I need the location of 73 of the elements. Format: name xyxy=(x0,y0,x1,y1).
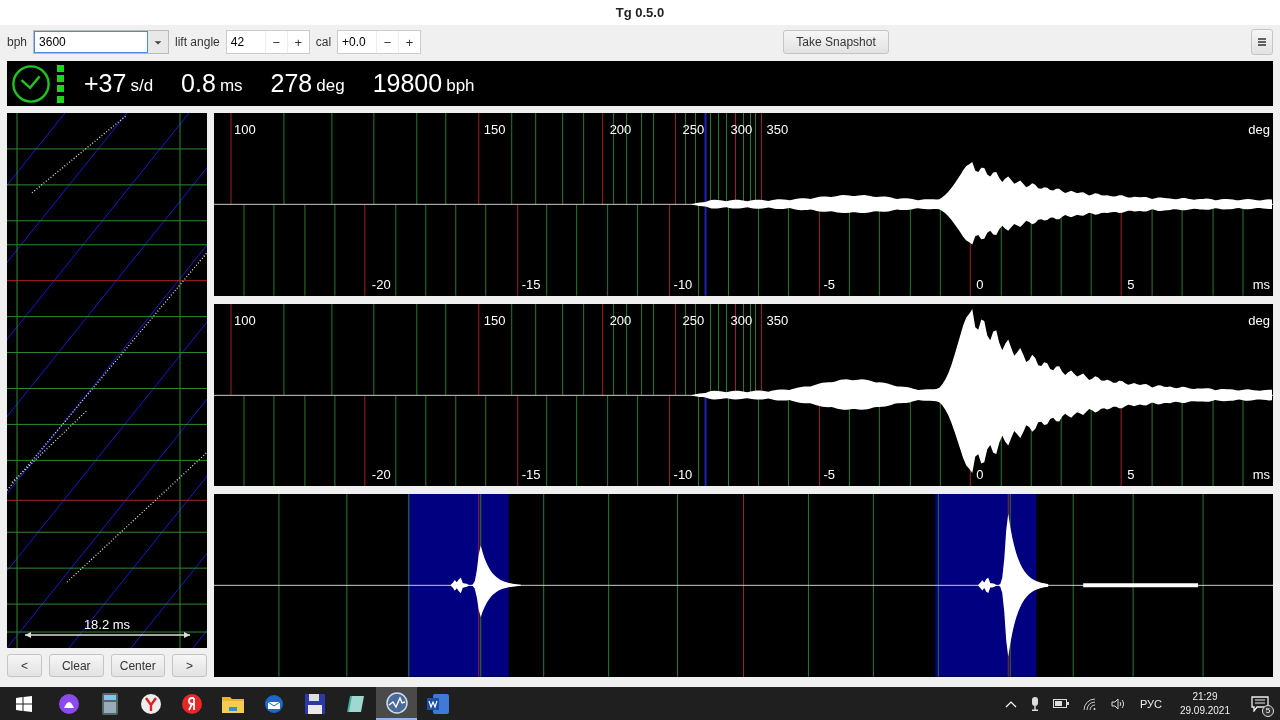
word-icon xyxy=(426,693,449,714)
timegrapher-app-icon xyxy=(385,691,408,714)
clock-button[interactable]: 21:29 29.09.2021 xyxy=(1179,689,1230,718)
scale-label: 18.2 ms xyxy=(82,617,132,632)
cal-spinbox[interactable]: +0.0 − + xyxy=(337,30,422,54)
ms-tick-label: 5 xyxy=(1127,467,1135,483)
menu-button[interactable] xyxy=(1251,29,1273,55)
degree-tick-label: 150 xyxy=(483,122,506,137)
notifications-button[interactable]: 5 xyxy=(1240,687,1280,720)
degree-tick-label: 250 xyxy=(682,122,705,137)
degree-unit-label: deg xyxy=(1248,122,1270,137)
assistant-icon xyxy=(58,693,79,714)
taskbar-app-button[interactable] xyxy=(376,687,417,720)
reading-unit: s/d xyxy=(130,76,154,96)
folder-icon xyxy=(221,694,244,713)
speaker-icon[interactable] xyxy=(1110,697,1125,710)
battery-icon[interactable] xyxy=(1052,699,1069,708)
ms-tick-label: -10 xyxy=(673,276,693,292)
notification-icon xyxy=(1251,695,1269,712)
ms-tick-label: -20 xyxy=(371,276,391,292)
paper-nav-button[interactable]: Clear xyxy=(49,654,104,677)
reading-value: 0.8 xyxy=(181,69,216,98)
lift-angle-spinbox[interactable]: 42 − + xyxy=(225,30,310,54)
ms-tick-label: -15 xyxy=(521,276,541,292)
reading-unit: ms xyxy=(219,76,243,96)
dropdown-caret-icon[interactable] xyxy=(148,31,169,53)
degree-tick-label: 350 xyxy=(766,312,789,328)
paper-nav-button[interactable]: > xyxy=(172,654,207,677)
language-indicator[interactable]: РУС xyxy=(1139,697,1162,710)
window-title: Tg 0.5.0 xyxy=(615,5,665,20)
reading-unit: bph xyxy=(446,76,475,96)
bph-combo-field[interactable]: 3600 xyxy=(33,30,170,54)
ms-tick-label: 5 xyxy=(1127,276,1135,292)
ms-tick-label: -10 xyxy=(673,467,693,483)
notepad-icon xyxy=(345,693,366,714)
degree-unit-label: deg xyxy=(1248,312,1270,328)
bph-label: bph xyxy=(7,35,28,49)
ms-unit-label: ms xyxy=(1252,467,1270,483)
ms-tick-label: -20 xyxy=(371,467,391,483)
mail-icon xyxy=(263,693,284,714)
degree-tick-label: 100 xyxy=(233,312,256,328)
notification-count-badge: 5 xyxy=(1262,705,1274,717)
clock-icon xyxy=(11,63,51,104)
ms-tick-label: -15 xyxy=(521,467,541,483)
calculator-icon xyxy=(101,692,118,715)
reading-value: +37 xyxy=(84,69,127,98)
degree-tick-label: 350 xyxy=(766,122,789,137)
windows-icon xyxy=(16,695,32,712)
reading-value: 19800 xyxy=(372,69,443,98)
ms-unit-label: ms xyxy=(1252,276,1270,292)
cal-label: cal xyxy=(315,35,332,49)
reading-unit: deg xyxy=(316,76,345,96)
degree-tick-label: 150 xyxy=(483,312,506,328)
ms-tick-label: 0 xyxy=(976,467,984,483)
browser-icon xyxy=(140,693,161,714)
degree-tick-label: 100 xyxy=(233,122,256,137)
paper-nav-button[interactable]: Center xyxy=(110,654,165,677)
reading-value: 278 xyxy=(270,69,313,98)
lift-angle-label: lift angle xyxy=(175,35,220,49)
menu-icon xyxy=(1257,37,1267,47)
signal-level-icon xyxy=(57,64,64,103)
ms-tick-label: -5 xyxy=(823,276,835,292)
ms-tick-label: 0 xyxy=(976,276,984,292)
microphone-icon[interactable] xyxy=(1030,696,1039,711)
paper-nav-button[interactable]: < xyxy=(7,654,42,677)
degree-tick-label: 200 xyxy=(609,122,632,137)
yandex-icon xyxy=(181,693,202,714)
snapshot-button[interactable]: Take Snapshot xyxy=(783,30,889,54)
wifi-icon[interactable] xyxy=(1082,697,1097,710)
ms-tick-label: -5 xyxy=(823,467,835,483)
degree-tick-label: 200 xyxy=(609,312,632,328)
chevron-up-icon[interactable] xyxy=(1004,699,1017,708)
degree-tick-label: 250 xyxy=(682,312,705,328)
